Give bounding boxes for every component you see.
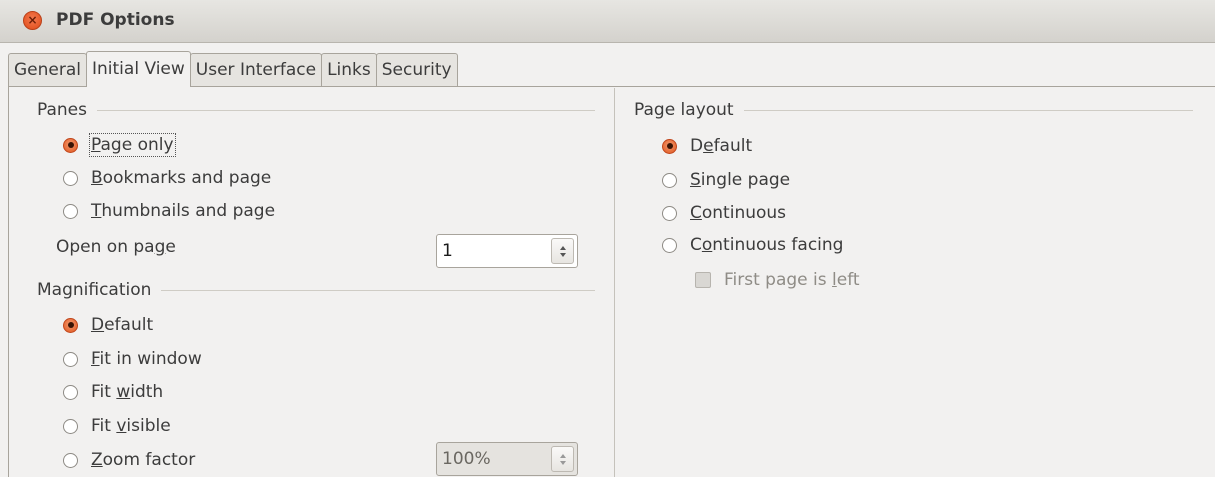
chevron-up-icon[interactable] (559, 245, 566, 250)
radio-fit-in-window-indicator[interactable] (63, 351, 78, 367)
radio-thumbnails-and-page-indicator[interactable] (63, 203, 78, 219)
radio-continuous[interactable]: Continuous (662, 202, 786, 224)
tab-links[interactable]: Links (321, 53, 377, 87)
radio-magnification-default-label: Default (91, 315, 154, 335)
first-page-is-left-box (695, 272, 711, 288)
radio-single-page-label: Single page (690, 170, 791, 190)
page-layout-heading-rule (743, 109, 1193, 111)
radio-bookmarks-and-page[interactable]: Bookmarks and page (63, 167, 271, 189)
radio-fit-visible-indicator[interactable] (63, 418, 78, 434)
chevron-down-icon (559, 460, 566, 465)
radio-bookmarks-and-page-label: Bookmarks and page (91, 168, 272, 188)
tab-initial-view[interactable]: Initial View (86, 51, 191, 87)
checkbox-first-page-is-left: First page is left (695, 269, 860, 291)
tab-user-interface[interactable]: User Interface (189, 53, 323, 87)
radio-layout-default-indicator[interactable] (662, 138, 677, 154)
column-divider (614, 88, 615, 477)
open-on-page-label: Open on page (56, 237, 176, 257)
radio-magnification-default-indicator[interactable] (63, 317, 78, 333)
radio-fit-width[interactable]: Fit width (63, 381, 163, 403)
radio-fit-width-indicator[interactable] (63, 384, 78, 400)
radio-zoom-factor-label: Zoom factor (91, 450, 196, 470)
page-layout-heading: Page layout (634, 100, 734, 120)
magnification-heading: Magnification (37, 280, 152, 300)
radio-continuous-facing-label: Continuous facing (690, 235, 844, 255)
radio-page-only[interactable]: Page only (63, 133, 176, 157)
page-layout-section-header: Page layout (634, 99, 1193, 121)
open-on-page-stepper[interactable] (551, 238, 574, 264)
radio-page-only-indicator[interactable] (63, 137, 78, 153)
chevron-down-icon[interactable] (559, 252, 566, 257)
panes-heading: Panes (37, 100, 87, 120)
open-on-page-value[interactable]: 1 (442, 235, 453, 267)
radio-zoom-factor[interactable]: Zoom factor (63, 449, 195, 471)
radio-fit-in-window[interactable]: Fit in window (63, 348, 202, 370)
tab-security[interactable]: Security (375, 53, 458, 87)
radio-fit-visible[interactable]: Fit visible (63, 415, 171, 437)
first-page-is-left-label: First page is left (724, 270, 860, 290)
magnification-section-header: Magnification (37, 279, 595, 301)
radio-single-page-indicator[interactable] (662, 172, 677, 188)
radio-thumbnails-and-page-label: Thumbnails and page (91, 201, 276, 221)
close-icon[interactable]: × (23, 11, 42, 30)
radio-fit-in-window-label: Fit in window (91, 349, 202, 369)
magnification-heading-rule (161, 289, 595, 291)
panes-section-header: Panes (37, 99, 595, 121)
radio-fit-width-label: Fit width (91, 382, 164, 402)
zoom-factor-value: 100% (442, 449, 491, 469)
zoom-factor-spinbox: 100% (436, 442, 578, 476)
panes-heading-rule (97, 109, 595, 111)
radio-zoom-factor-indicator[interactable] (63, 452, 78, 468)
zoom-factor-stepper (551, 446, 574, 472)
tab-bar: General Initial View User Interface Link… (8, 51, 458, 87)
radio-continuous-label: Continuous (690, 203, 787, 223)
tab-general[interactable]: General (8, 53, 87, 87)
chevron-up-icon (559, 453, 566, 458)
radio-thumbnails-and-page[interactable]: Thumbnails and page (63, 200, 275, 222)
radio-fit-visible-label: Fit visible (91, 416, 171, 436)
radio-layout-default[interactable]: Default (662, 135, 752, 157)
radio-continuous-indicator[interactable] (662, 205, 677, 221)
title-bar: × PDF Options (0, 0, 1215, 43)
radio-layout-default-label: Default (690, 136, 753, 156)
radio-bookmarks-and-page-indicator[interactable] (63, 170, 78, 186)
radio-single-page[interactable]: Single page (662, 169, 790, 191)
open-on-page-spinbox[interactable]: 1 (436, 234, 578, 268)
radio-continuous-facing-indicator[interactable] (662, 237, 677, 253)
radio-magnification-default[interactable]: Default (63, 314, 153, 336)
window-title: PDF Options (56, 10, 175, 30)
radio-page-only-label: Page only (89, 133, 176, 157)
radio-continuous-facing[interactable]: Continuous facing (662, 234, 843, 256)
